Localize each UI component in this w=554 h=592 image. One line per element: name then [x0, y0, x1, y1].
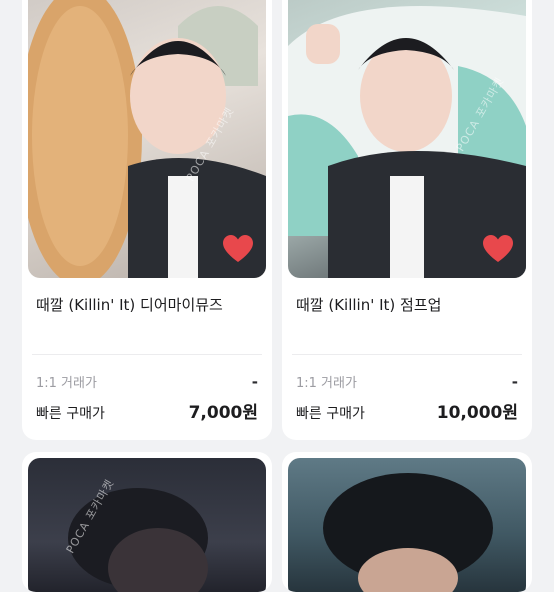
trade-price-row: 1:1 거래가 - [296, 372, 518, 391]
buy-price-row: 빠른 구매가 10,000원 [296, 398, 518, 423]
trade-price-label: 1:1 거래가 [36, 376, 97, 391]
trade-price-value: - [511, 373, 518, 391]
divider [32, 354, 262, 355]
buy-price-value: 10,000원 [436, 403, 518, 423]
product-title[interactable]: 때깔 (Killin' It) 점프업 [296, 294, 518, 315]
product-photo[interactable]: POCA 포카마켓 [288, 0, 526, 278]
heart-icon[interactable] [222, 234, 254, 264]
product-card[interactable]: POCA 포카마켓 때깔 (Killin' It) 점프업 1:1 거래가 - … [282, 0, 532, 440]
product-title[interactable]: 때깔 (Killin' It) 디어마이뮤즈 [36, 294, 258, 315]
divider [292, 354, 522, 355]
buy-price-value: 7,000원 [188, 403, 258, 423]
trade-price-row: 1:1 거래가 - [36, 372, 258, 391]
buy-price-label: 빠른 구매가 [296, 406, 365, 422]
photo-illustration [68, 488, 208, 592]
product-card[interactable]: POCA 포카마켓 때깔 (Killin' It) 디어마이뮤즈 1:1 거래가… [22, 0, 272, 440]
product-card[interactable] [282, 452, 532, 592]
buy-price-label: 빠른 구매가 [36, 406, 105, 422]
product-photo[interactable]: POCA 포카마켓 [28, 458, 266, 592]
photo-illustration [323, 473, 493, 592]
trade-price-label: 1:1 거래가 [296, 376, 357, 391]
product-photo[interactable] [288, 458, 526, 592]
trade-price-value: - [251, 373, 258, 391]
buy-price-row: 빠른 구매가 7,000원 [36, 398, 258, 423]
heart-icon[interactable] [482, 234, 514, 264]
product-card[interactable]: POCA 포카마켓 [22, 452, 272, 592]
product-photo[interactable]: POCA 포카마켓 [28, 0, 266, 278]
